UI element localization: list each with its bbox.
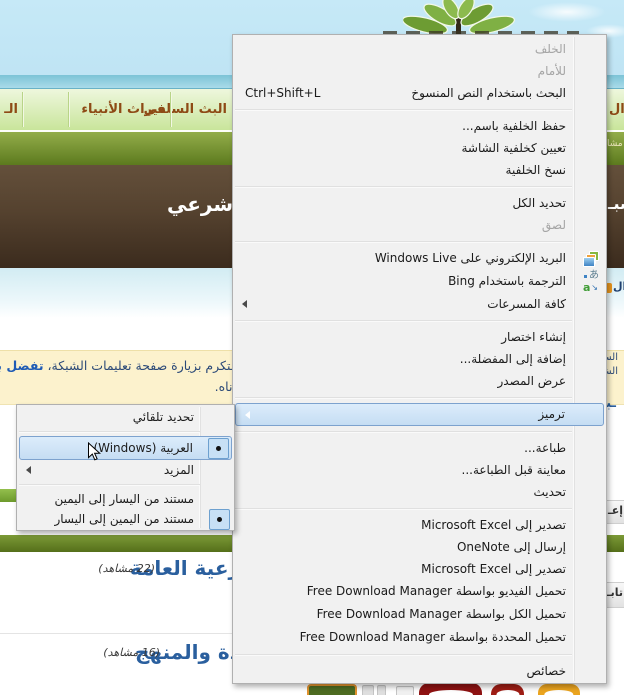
menu-item-add-to-favorites[interactable]: إضافة إلى المفضلة... <box>233 348 606 370</box>
menu-item-encoding[interactable]: ترميز <box>235 403 604 426</box>
encoding-submenu: تحديد تلقائي العربية (Windows) المزيد مس… <box>16 404 235 531</box>
partial-red-icon[interactable] <box>491 684 524 695</box>
menu-item-set-as-wallpaper[interactable]: تعيين كخلفية الشاشة <box>233 137 606 159</box>
notice-line1: التكرم بزيارة صفحة تعليمات الشبكة، تفضل … <box>0 358 238 373</box>
shortcut-label: Ctrl+Shift+L <box>245 86 321 100</box>
partial-orange-icon[interactable] <box>538 684 580 695</box>
olive-strip-text: مشا <box>607 139 623 149</box>
menu-item-create-shortcut[interactable]: إنشاء اختصار <box>233 326 606 348</box>
menu-separator <box>233 236 606 247</box>
submenu-item-more[interactable]: المزيد <box>17 460 234 480</box>
bing-translate-icon: あ a ↘ <box>583 269 599 294</box>
nav-separator <box>22 92 23 127</box>
partial-red-icon[interactable] <box>419 683 482 695</box>
nav-separator <box>170 92 171 127</box>
partial-gray-icon[interactable] <box>377 685 386 695</box>
menu-item-send-onenote[interactable]: إرسال إلى OneNote <box>233 536 606 558</box>
menu-separator <box>17 480 234 489</box>
menu-item-fdm-download-video[interactable]: تحميل الفيديو بواسطة Free Download Manag… <box>233 580 606 603</box>
menu-item-back[interactable]: الخلف <box>233 38 606 60</box>
menu-separator <box>233 104 606 115</box>
menu-item-paste[interactable]: لصق <box>233 214 606 236</box>
section-divider <box>0 633 240 634</box>
menu-separator <box>233 181 606 192</box>
cyan-strip-text[interactable]: ال <box>613 280 624 293</box>
green-section-bar <box>0 489 16 502</box>
context-menu: الخلف للأمام البحث باستخدام النص المنسوخ… <box>232 34 607 684</box>
nav-item-cut-right[interactable]: ال <box>609 89 624 130</box>
notice-link[interactable]: تفضل بالض <box>0 358 44 373</box>
menu-separator <box>17 427 234 436</box>
windows-live-mail-icon <box>583 250 599 267</box>
menu-item-search-copied-text[interactable]: البحث باستخدام النص المنسوخ Ctrl+Shift+L <box>233 82 606 104</box>
radio-selected-icon <box>208 438 229 459</box>
menu-separator <box>233 392 606 403</box>
nav-item-salafi-broadcast[interactable]: البث السلفي <box>144 89 227 130</box>
mouse-cursor-icon <box>88 442 101 461</box>
menu-item-properties[interactable]: خصائص <box>233 660 606 682</box>
menu-item-print[interactable]: طباعة... <box>233 437 606 459</box>
menu-item-email-windows-live[interactable]: البريد الإلكتروني على Windows Live <box>233 247 606 270</box>
section-views-1: (22 مشاهد) <box>98 562 155 575</box>
menu-item-save-background-as[interactable]: حفظ الخلفية باسم... <box>233 115 606 137</box>
partial-green-icon[interactable] <box>307 684 357 695</box>
menu-item-refresh[interactable]: تحديث <box>233 481 606 503</box>
submenu-item-auto-select[interactable]: تحديد تلقائي <box>17 407 234 427</box>
menu-separator <box>233 649 606 660</box>
nav-separator <box>68 92 69 127</box>
submenu-arrow-icon <box>245 410 250 419</box>
menu-item-copy-background[interactable]: نسخ الخلفية <box>233 159 606 181</box>
menu-separator <box>233 315 606 326</box>
menu-item-export-excel-2[interactable]: تصدير إلى Microsoft Excel <box>233 558 606 580</box>
menu-item-fdm-download-all[interactable]: تحميل الكل بواسطة Free Download Manager <box>233 603 606 626</box>
submenu-item-rtl-document[interactable]: مستند من اليمين إلى اليسار <box>17 509 234 530</box>
menu-item-translate-bing[interactable]: الترجمة باستخدام Bing あ a ↘ <box>233 270 606 293</box>
submenu-arrow-icon <box>26 466 31 474</box>
nav-item-cut-left[interactable]: الـ <box>4 89 18 130</box>
banner-title-fragment-right: شبـ <box>608 194 624 213</box>
partial-gray-icon[interactable] <box>396 686 414 695</box>
banner-title-fragment: شرعي <box>166 192 233 216</box>
notice-text: التكرم بزيارة صفحة تعليمات الشبكة، <box>43 358 238 373</box>
menu-item-view-source[interactable]: عرض المصدر <box>233 370 606 392</box>
section-views-2: (16 مشاهد) <box>103 646 160 659</box>
submenu-item-arabic-windows[interactable]: العربية (Windows) <box>19 436 232 460</box>
submenu-arrow-icon <box>242 300 247 308</box>
cloud <box>528 2 606 22</box>
radio-selected-icon <box>209 509 230 530</box>
menu-item-print-preview[interactable]: معاينة قبل الطباعة... <box>233 459 606 481</box>
menu-separator <box>233 503 606 514</box>
menu-item-all-accelerators[interactable]: كافة المسرعات <box>233 293 606 315</box>
menu-item-forward[interactable]: للأمام <box>233 60 606 82</box>
menu-separator <box>233 426 606 437</box>
menu-item-export-excel-1[interactable]: تصدير إلى Microsoft Excel <box>233 514 606 536</box>
submenu-item-ltr-document[interactable]: مستند من اليسار إلى اليمين <box>17 489 234 509</box>
menu-item-fdm-download-selected[interactable]: تحميل المحددة بواسطة Free Download Manag… <box>233 626 606 649</box>
partial-gray-icon[interactable] <box>362 685 374 695</box>
menu-item-select-all[interactable]: تحديد الكل <box>233 192 606 214</box>
